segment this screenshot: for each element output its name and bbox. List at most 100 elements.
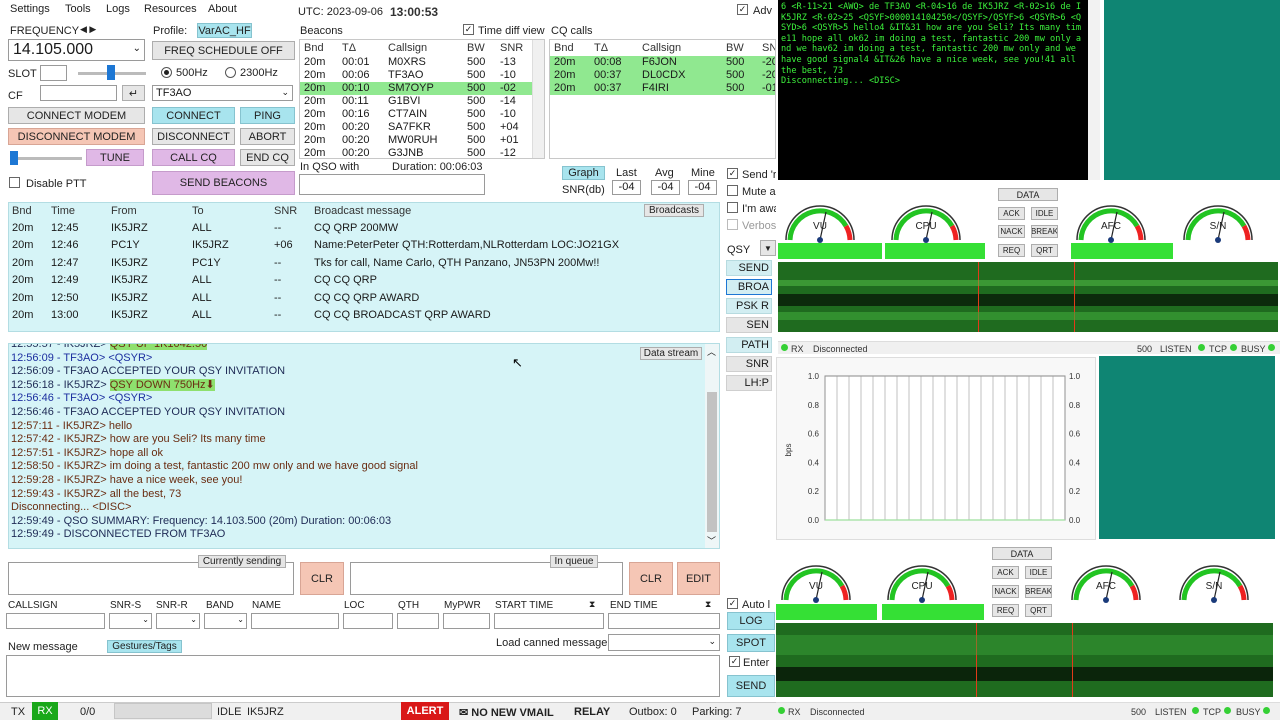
broadcast-row[interactable]: 20m 12:49 IK5JRZ ALL -- CQ CQ QRP — [9, 274, 719, 287]
modem1-data-button[interactable]: DATA — [998, 188, 1058, 201]
beacon-row[interactable]: 20m 00:16 CT7AIN 500 -10 — [300, 108, 544, 121]
send-button[interactable]: SEND — [727, 675, 775, 697]
stream-scroll-thumb[interactable] — [707, 392, 717, 532]
modem2-break-button[interactable]: BREAK — [1025, 585, 1052, 598]
side-sen-button[interactable]: SEN — [726, 317, 772, 333]
frequency-input[interactable]: 14.105.000 ⌄ — [8, 39, 145, 61]
stream-scrollbar[interactable]: ︿ ﹀ — [705, 344, 719, 548]
modem2-req-button[interactable]: REQ — [992, 604, 1019, 617]
broadcasts-button[interactable]: Broadcasts — [644, 204, 704, 217]
modem2-idle-button[interactable]: IDLE — [1025, 566, 1052, 579]
connect-modem-button[interactable]: CONNECT MODEM — [8, 107, 145, 124]
clr-sending-button[interactable]: CLR — [300, 562, 344, 595]
chevron-up-icon[interactable]: ︿ — [707, 345, 716, 358]
modem1-nack-button[interactable]: NACK — [998, 225, 1025, 238]
graph-button[interactable]: Graph — [562, 166, 605, 180]
log-start-input[interactable] — [494, 613, 604, 629]
beacon-row[interactable]: 20m 00:10 SM7OYP 500 -02 — [300, 82, 544, 95]
call-cq-button[interactable]: CALL CQ — [152, 149, 235, 166]
send-r-checkbox[interactable]: ✓ — [727, 168, 738, 179]
menu-settings[interactable]: Settings — [10, 3, 50, 15]
abort-button[interactable]: ABORT — [240, 128, 295, 145]
disconnect-modem-button[interactable]: DISCONNECT MODEM — [8, 128, 145, 145]
alert-button[interactable]: ALERT — [401, 702, 449, 720]
modem1-req-button[interactable]: REQ — [998, 244, 1025, 257]
end-cq-button[interactable]: END CQ — [240, 149, 295, 166]
cq-row[interactable]: 20m 00:37 DL0CDX 500 -20 — [550, 69, 775, 82]
tune-slider-track[interactable] — [14, 157, 82, 160]
tune-slider-thumb[interactable] — [10, 151, 18, 165]
disconnect-button[interactable]: DISCONNECT — [152, 128, 235, 145]
menu-tools[interactable]: Tools — [65, 3, 91, 15]
modem2-ack-button[interactable]: ACK — [992, 566, 1019, 579]
log-mypwr-input[interactable] — [443, 613, 490, 629]
beacon-row[interactable]: 20m 00:20 G3JNB 500 -12 — [300, 147, 544, 158]
log-snrr-select[interactable]: ⌄ — [156, 613, 200, 629]
qsy-dropdown[interactable]: ▼ — [760, 240, 776, 256]
modem2-qrt-button[interactable]: QRT — [1025, 604, 1052, 617]
beacon-row[interactable]: 20m 00:06 TF3AO 500 -10 — [300, 69, 544, 82]
modem2-nack-button[interactable]: NACK — [992, 585, 1019, 598]
beacon-row[interactable]: 20m 00:20 MW0RUH 500 +01 — [300, 134, 544, 147]
beacon-row[interactable]: 20m 00:20 SA7FKR 500 +04 — [300, 121, 544, 134]
log-band-select[interactable]: ⌄ — [204, 613, 247, 629]
send-beacons-button[interactable]: SEND BEACONS — [152, 171, 295, 195]
spot-button[interactable]: SPOT — [727, 634, 775, 652]
menu-logs[interactable]: Logs — [106, 3, 130, 15]
verbose-checkbox[interactable] — [727, 219, 738, 230]
new-message-input[interactable] — [6, 655, 720, 697]
modem1-ack-button[interactable]: ACK — [998, 207, 1025, 220]
cq-row[interactable]: 20m 00:37 F4IRI 500 -01 — [550, 82, 775, 95]
tune-button[interactable]: TUNE — [86, 149, 144, 166]
disable-ptt-checkbox[interactable] — [9, 177, 20, 188]
profile-button[interactable]: VarAC_HF — [197, 23, 252, 38]
beacon-row[interactable]: 20m 00:11 G1BVI 500 -14 — [300, 95, 544, 108]
bw2300-radio[interactable] — [225, 67, 236, 78]
terminal-scrollbar[interactable] — [1088, 0, 1100, 180]
hourglass-icon[interactable]: ⧗ — [705, 599, 711, 610]
log-callsign-input[interactable] — [6, 613, 105, 629]
outbox-status[interactable]: Outbox: 0 — [629, 706, 677, 718]
gestures-tags-button[interactable]: Gestures/Tags — [107, 640, 182, 653]
parking-status[interactable]: Parking: 7 — [692, 706, 742, 718]
hourglass-icon[interactable]: ⧗ — [589, 599, 595, 610]
modem1-qrt-button[interactable]: QRT — [1031, 244, 1058, 257]
bw500-radio[interactable] — [161, 67, 172, 78]
side-psk-button[interactable]: PSK R — [726, 298, 772, 314]
slot-slider-thumb[interactable] — [107, 65, 115, 80]
auto-log-checkbox[interactable]: ✓ — [727, 598, 738, 609]
away-checkbox[interactable] — [727, 202, 738, 213]
side-broadcast-button[interactable]: BROA — [726, 279, 772, 295]
beacons-scrollbar[interactable] — [532, 40, 544, 158]
log-name-input[interactable] — [251, 613, 339, 629]
menu-resources[interactable]: Resources — [144, 3, 197, 15]
ping-button[interactable]: PING — [240, 107, 295, 124]
side-snr-button[interactable]: SNR — [726, 356, 772, 372]
menu-about[interactable]: About — [208, 3, 237, 15]
freq-schedule-button[interactable]: FREQ SCHEDULE OFF — [152, 41, 295, 60]
callsign-select[interactable]: TF3AO ⌄ — [152, 85, 293, 101]
vmail-status[interactable]: ✉ NO NEW VMAIL — [459, 706, 554, 719]
side-lhp-button[interactable]: LH:P — [726, 375, 772, 391]
enter-checkbox[interactable]: ✓ — [729, 656, 740, 667]
relay-status[interactable]: RELAY — [574, 706, 610, 718]
modem1-break-button[interactable]: BREAK — [1031, 225, 1058, 238]
broadcast-row[interactable]: 20m 13:00 IK5JRZ ALL -- CQ CQ BROADCAST QRP A… — [9, 309, 719, 322]
broadcast-row[interactable]: 20m 12:47 IK5JRZ PC1Y -- Tks for call, Name C… — [9, 257, 719, 270]
data-stream-button[interactable]: Data stream — [640, 347, 702, 360]
log-snrs-select[interactable]: ⌄ — [109, 613, 152, 629]
cf-input[interactable] — [40, 85, 117, 101]
beacon-row[interactable]: 20m 00:01 M0XRS 500 -13 — [300, 56, 544, 69]
log-button[interactable]: LOG — [727, 612, 775, 630]
log-end-input[interactable] — [608, 613, 720, 629]
time-diff-checkbox[interactable]: ✓ — [463, 24, 474, 35]
canned-select[interactable]: ⌄ — [608, 634, 720, 651]
cq-row[interactable]: 20m 00:08 F6JON 500 -20 — [550, 56, 775, 69]
broadcast-row[interactable]: 20m 12:50 IK5JRZ ALL -- CQ CQ QRP AWARD — [9, 292, 719, 305]
clr-queue-button[interactable]: CLR — [629, 562, 673, 595]
broadcast-row[interactable]: 20m 12:46 PC1Y IK5JRZ +06 Name:PeterPeter QTH… — [9, 239, 719, 252]
connect-button[interactable]: CONNECT — [152, 107, 235, 124]
side-path-button[interactable]: PATH — [726, 337, 772, 353]
log-qth-input[interactable] — [397, 613, 439, 629]
mute-checkbox[interactable] — [727, 185, 738, 196]
